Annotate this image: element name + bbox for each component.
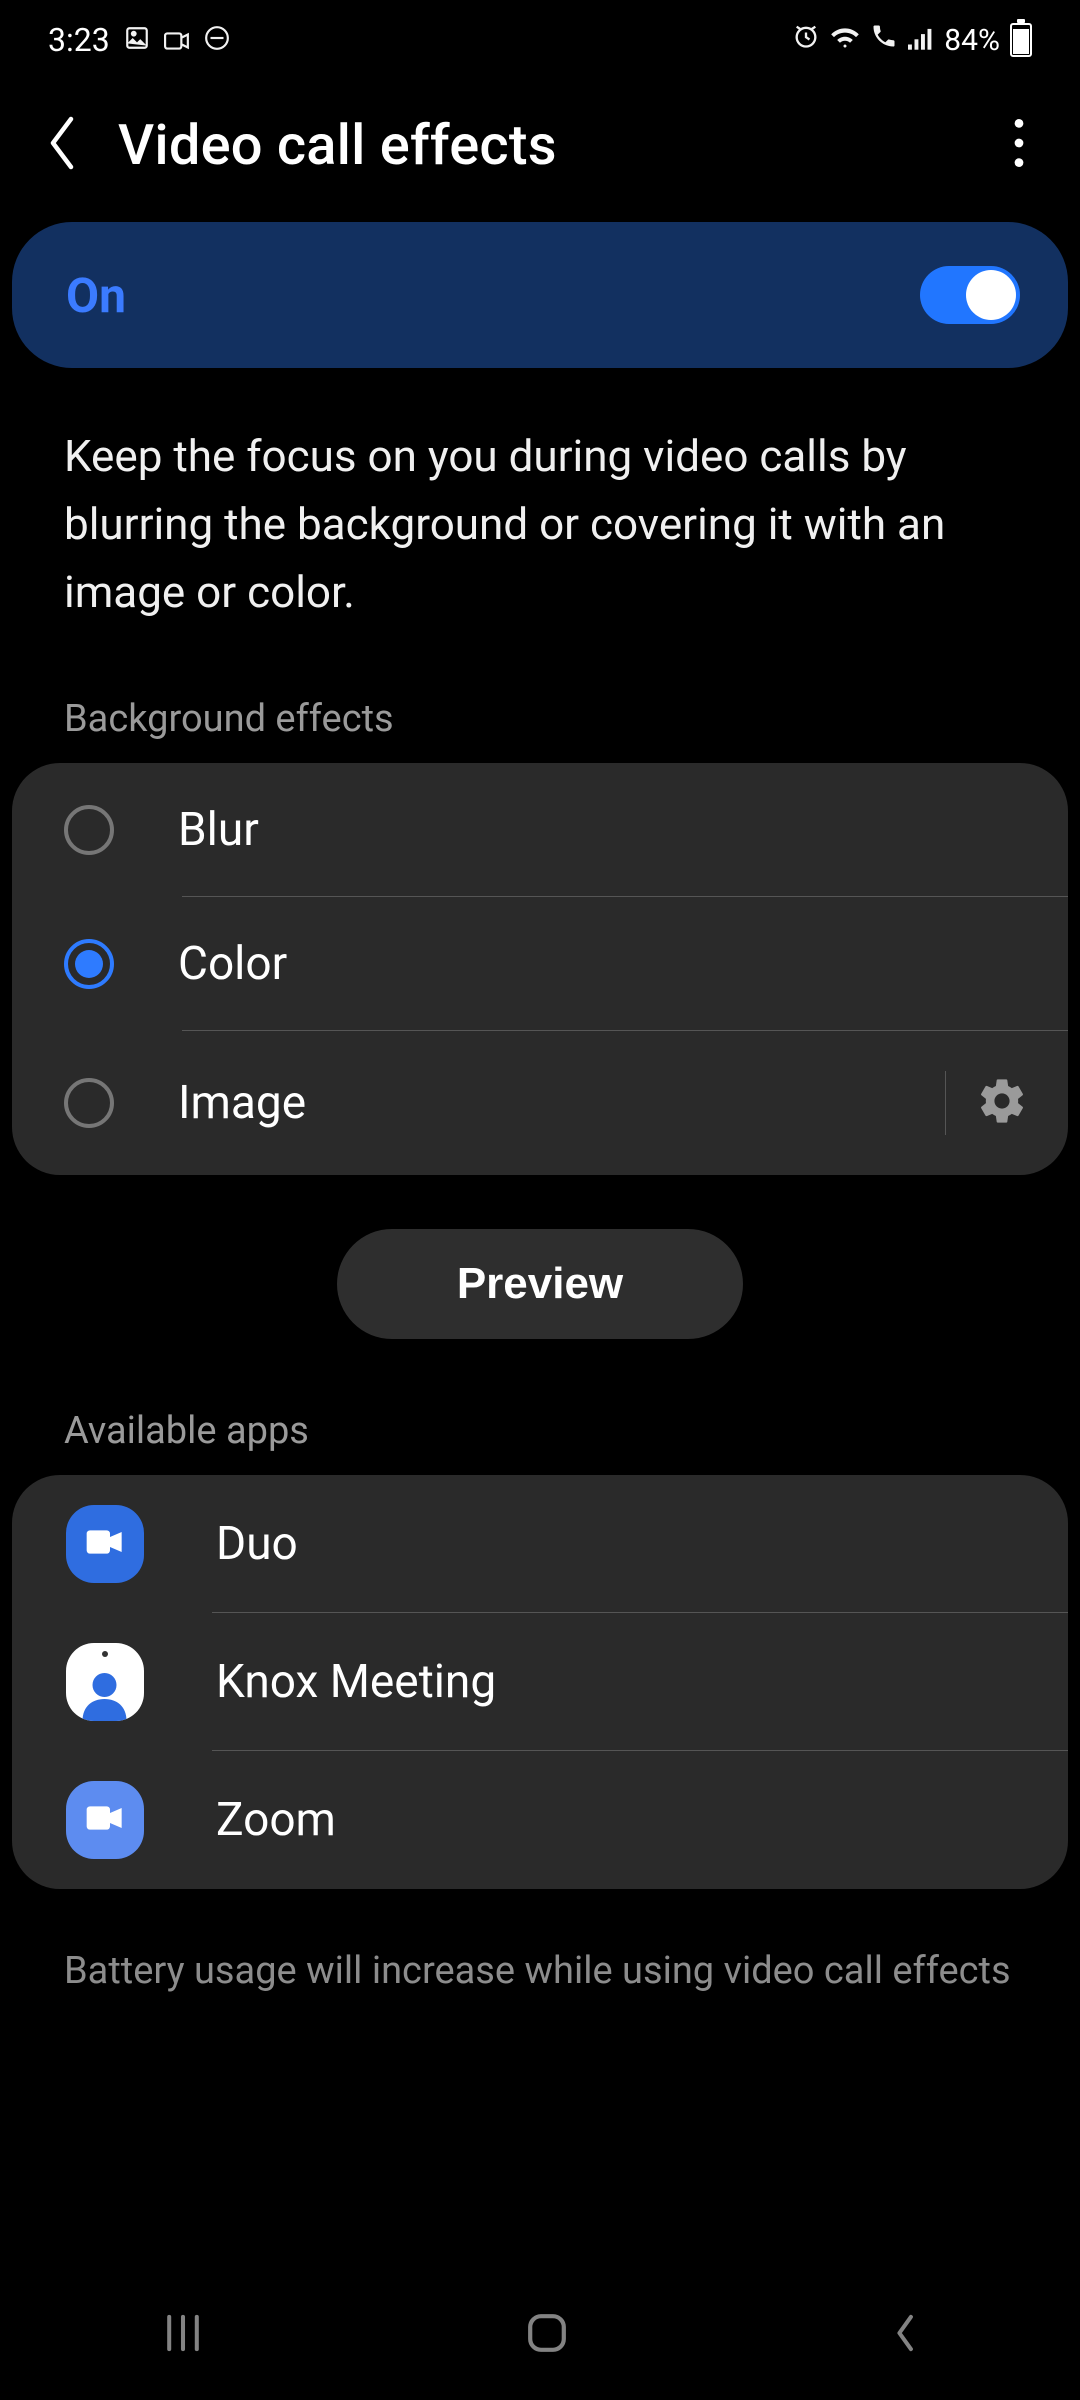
bg-effects-card: Blur Color Image [12,763,1068,1175]
radio-icon [64,1078,114,1128]
radio-icon-selected [64,939,114,989]
camera-icon [85,1527,125,1561]
battery-percent: 84% [944,23,1000,58]
nav-home-icon[interactable] [523,2309,571,2361]
signal-icon [908,23,934,58]
master-toggle-label: On [66,267,126,324]
radio-label: Color [178,937,1028,991]
app-label: Knox Meeting [216,1655,496,1709]
camera-icon [85,1803,125,1837]
app-icon-knox [66,1643,144,1721]
section-header-available-apps: Available apps [12,1379,1068,1475]
overflow-menu-icon[interactable] [986,119,1052,171]
available-apps-card: Duo Knox Meeting Zoom [12,1475,1068,1889]
page-title: Video call effects [118,112,950,178]
section-header-bg-effects: Background effects [12,667,1068,763]
app-icon-zoom [66,1781,144,1859]
gear-icon[interactable] [976,1075,1028,1131]
alarm-icon [792,22,820,58]
picture-icon [124,21,150,59]
radio-icon [64,805,114,855]
nav-recents-icon[interactable] [158,2310,208,2360]
app-bar: Video call effects [0,72,1080,222]
camera-icon [164,21,190,59]
radio-label: Image [178,1076,945,1130]
nav-back-icon[interactable] [886,2310,922,2360]
wifi-calling-icon [870,22,898,58]
back-icon[interactable] [42,113,82,177]
preview-button[interactable]: Preview [337,1229,743,1339]
radio-blur[interactable]: Blur [12,763,1068,897]
person-icon [78,1671,133,1721]
app-label: Zoom [216,1793,336,1847]
radio-image[interactable]: Image [12,1031,1068,1175]
app-icon-duo [66,1505,144,1583]
master-switch[interactable] [920,266,1020,324]
wifi-icon [830,23,860,58]
navigation-bar [0,2270,1080,2400]
battery-icon [1010,23,1032,57]
radio-color[interactable]: Color [12,897,1068,1031]
app-row-knox[interactable]: Knox Meeting [12,1613,1068,1751]
description-text: Keep the focus on you during video calls… [12,398,1068,667]
app-row-duo[interactable]: Duo [12,1475,1068,1613]
radio-label: Blur [178,803,1028,857]
app-label: Duo [216,1517,298,1571]
footer-note: Battery usage will increase while using … [12,1889,1068,2002]
status-bar: 3:23 84% [0,0,1080,72]
app-row-zoom[interactable]: Zoom [12,1751,1068,1889]
master-toggle-row[interactable]: On [12,222,1068,368]
status-time: 3:23 [48,21,110,59]
dnd-icon [204,21,230,59]
